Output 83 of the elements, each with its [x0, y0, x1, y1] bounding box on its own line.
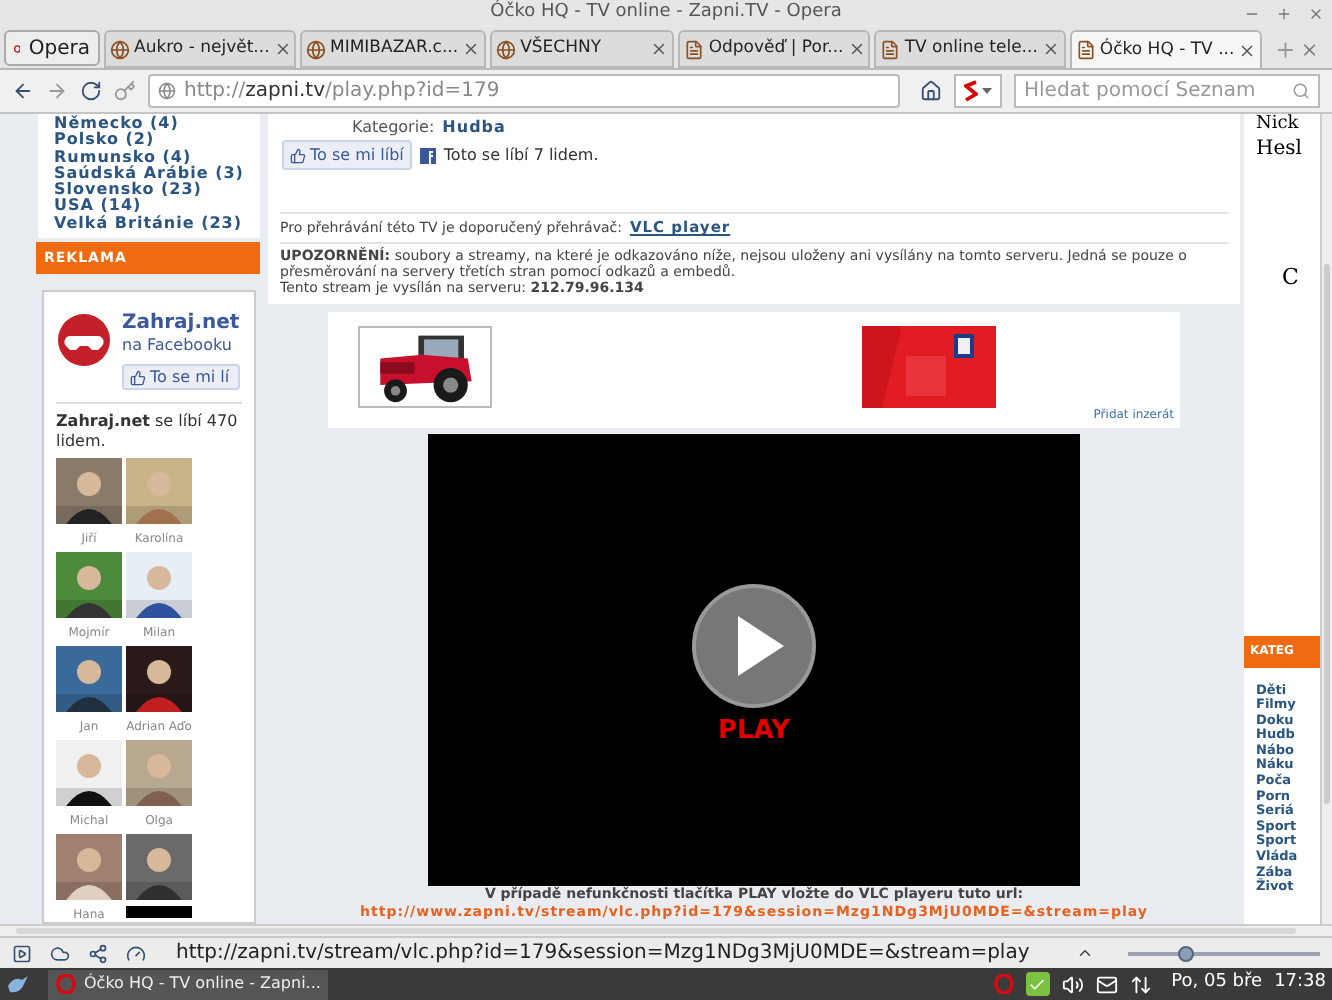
gauge-icon[interactable] [126, 943, 146, 963]
search-engine-selector[interactable] [954, 74, 1002, 108]
page-icon [880, 39, 901, 59]
page-icon [496, 39, 517, 59]
page-icon [684, 39, 705, 59]
update-icon[interactable] [1025, 972, 1050, 996]
tab-title: Odpověď | Por... [708, 36, 844, 62]
page-name: Zahraj.net [122, 312, 240, 334]
country-link[interactable]: Velká Británie (23) [54, 215, 260, 233]
clock-time: 17:38 [1274, 970, 1326, 997]
closed-tabs-icon[interactable] [1300, 40, 1320, 60]
tab-title: MIMIBAZAR.c... [330, 36, 459, 62]
play-icon[interactable] [692, 584, 816, 708]
thumbs-up-icon [290, 147, 306, 163]
country-link[interactable]: Německo (4) [54, 116, 260, 133]
share-icon[interactable] [88, 943, 108, 963]
cloud-icon[interactable] [50, 943, 70, 963]
slider-thumb[interactable] [1177, 945, 1194, 961]
search-field[interactable]: Hledat pomocí Seznam [1014, 74, 1320, 108]
thumbs-up-icon [130, 369, 146, 385]
close-icon[interactable] [1308, 6, 1324, 22]
browser-tab[interactable]: Odpověď | Por... [678, 30, 871, 68]
window-title: Óčko HQ - TV online - Zapni.TV - Opera [490, 0, 842, 27]
close-icon[interactable] [273, 40, 292, 58]
close-icon[interactable] [1238, 41, 1257, 59]
clock-date: Po, 05 bře [1171, 970, 1263, 997]
page-subtitle: na Facebooku [122, 334, 234, 358]
browser-tab[interactable]: VŠECHNY [490, 30, 675, 68]
facebook-icon [419, 147, 436, 163]
tab-title: Óčko HQ - TV ... [1099, 37, 1235, 63]
panel-icon[interactable] [12, 943, 32, 963]
address-field[interactable]: http://zapni.tv/play.php?id=179 [148, 74, 900, 108]
country-link[interactable]: Saúdská Arábie (3) [54, 165, 260, 183]
tab-title: TV online tele... [904, 36, 1038, 62]
globe-icon [158, 82, 176, 100]
country-link[interactable]: USA (14) [54, 198, 260, 216]
login-button[interactable]: C [1282, 262, 1320, 295]
zoom-slider[interactable] [1128, 945, 1320, 961]
page-icon [306, 39, 326, 59]
browser-tab[interactable]: TV online tele... [874, 30, 1066, 68]
reload-icon[interactable] [80, 80, 102, 102]
gamepad-logo-icon [56, 312, 112, 368]
seznam-logo-icon [964, 80, 978, 102]
like-button[interactable]: To se mi líbí [282, 140, 412, 170]
likes-text: Zahraj.net se líbí 470 lidem. [56, 412, 240, 452]
caption-bar [126, 906, 192, 918]
category-link[interactable]: Hudba [442, 116, 506, 140]
taskbar-task[interactable]: Óčko HQ - TV online - Zapni... [48, 969, 329, 999]
task-title: Óčko HQ - TV online - Zapni... [84, 972, 321, 996]
play-label[interactable]: PLAY [717, 712, 791, 751]
form-label: Hesl [1256, 136, 1304, 162]
video-player[interactable]: PLAY [428, 434, 1080, 886]
browser-tab[interactable]: Aukro - největ... [104, 30, 296, 68]
page-icon [1075, 40, 1096, 60]
network-icon[interactable] [1129, 973, 1152, 995]
tab-title: VŠECHNY [520, 36, 604, 62]
close-icon[interactable] [1041, 40, 1060, 58]
home-icon[interactable] [920, 80, 942, 102]
page-icon [110, 39, 130, 59]
form-label: Nick [1256, 114, 1301, 134]
like-count: Toto se líbí 7 lidem. [443, 143, 599, 167]
browser-tab[interactable]: MIMIBAZAR.c... [300, 30, 487, 68]
mail-icon[interactable] [1095, 973, 1118, 995]
close-icon[interactable] [847, 40, 866, 58]
search-icon[interactable] [1292, 82, 1310, 100]
chevron-up-icon[interactable] [1076, 944, 1094, 962]
browser-tab[interactable]: Óčko HQ - TV ... [1069, 30, 1262, 68]
close-icon[interactable] [650, 40, 669, 58]
bird-icon[interactable] [6, 972, 30, 996]
opera-logo-icon [56, 974, 76, 994]
url-text: http://zapni.tv/play.php?id=179 [184, 78, 500, 106]
country-link[interactable]: Slovensko (23) [54, 182, 260, 199]
opera-menu-button[interactable]: Opera [4, 30, 100, 66]
category-label: Kategorie: [352, 116, 435, 140]
back-icon[interactable] [12, 80, 34, 102]
dropdown-icon [982, 87, 992, 95]
tab-title: Aukro - největ... [134, 36, 270, 62]
status-url: http://zapni.tv/stream/vlc.php?id=179&session=Mzg1NDg3MjU0MDE=&stream=play [176, 940, 1030, 968]
volume-icon[interactable] [1061, 973, 1084, 995]
like-button[interactable]: To se mi lí [122, 364, 240, 390]
close-icon[interactable] [462, 40, 481, 58]
country-link[interactable]: Polsko (2) [54, 132, 260, 150]
country-link[interactable]: Rumunsko (4) [54, 149, 260, 166]
